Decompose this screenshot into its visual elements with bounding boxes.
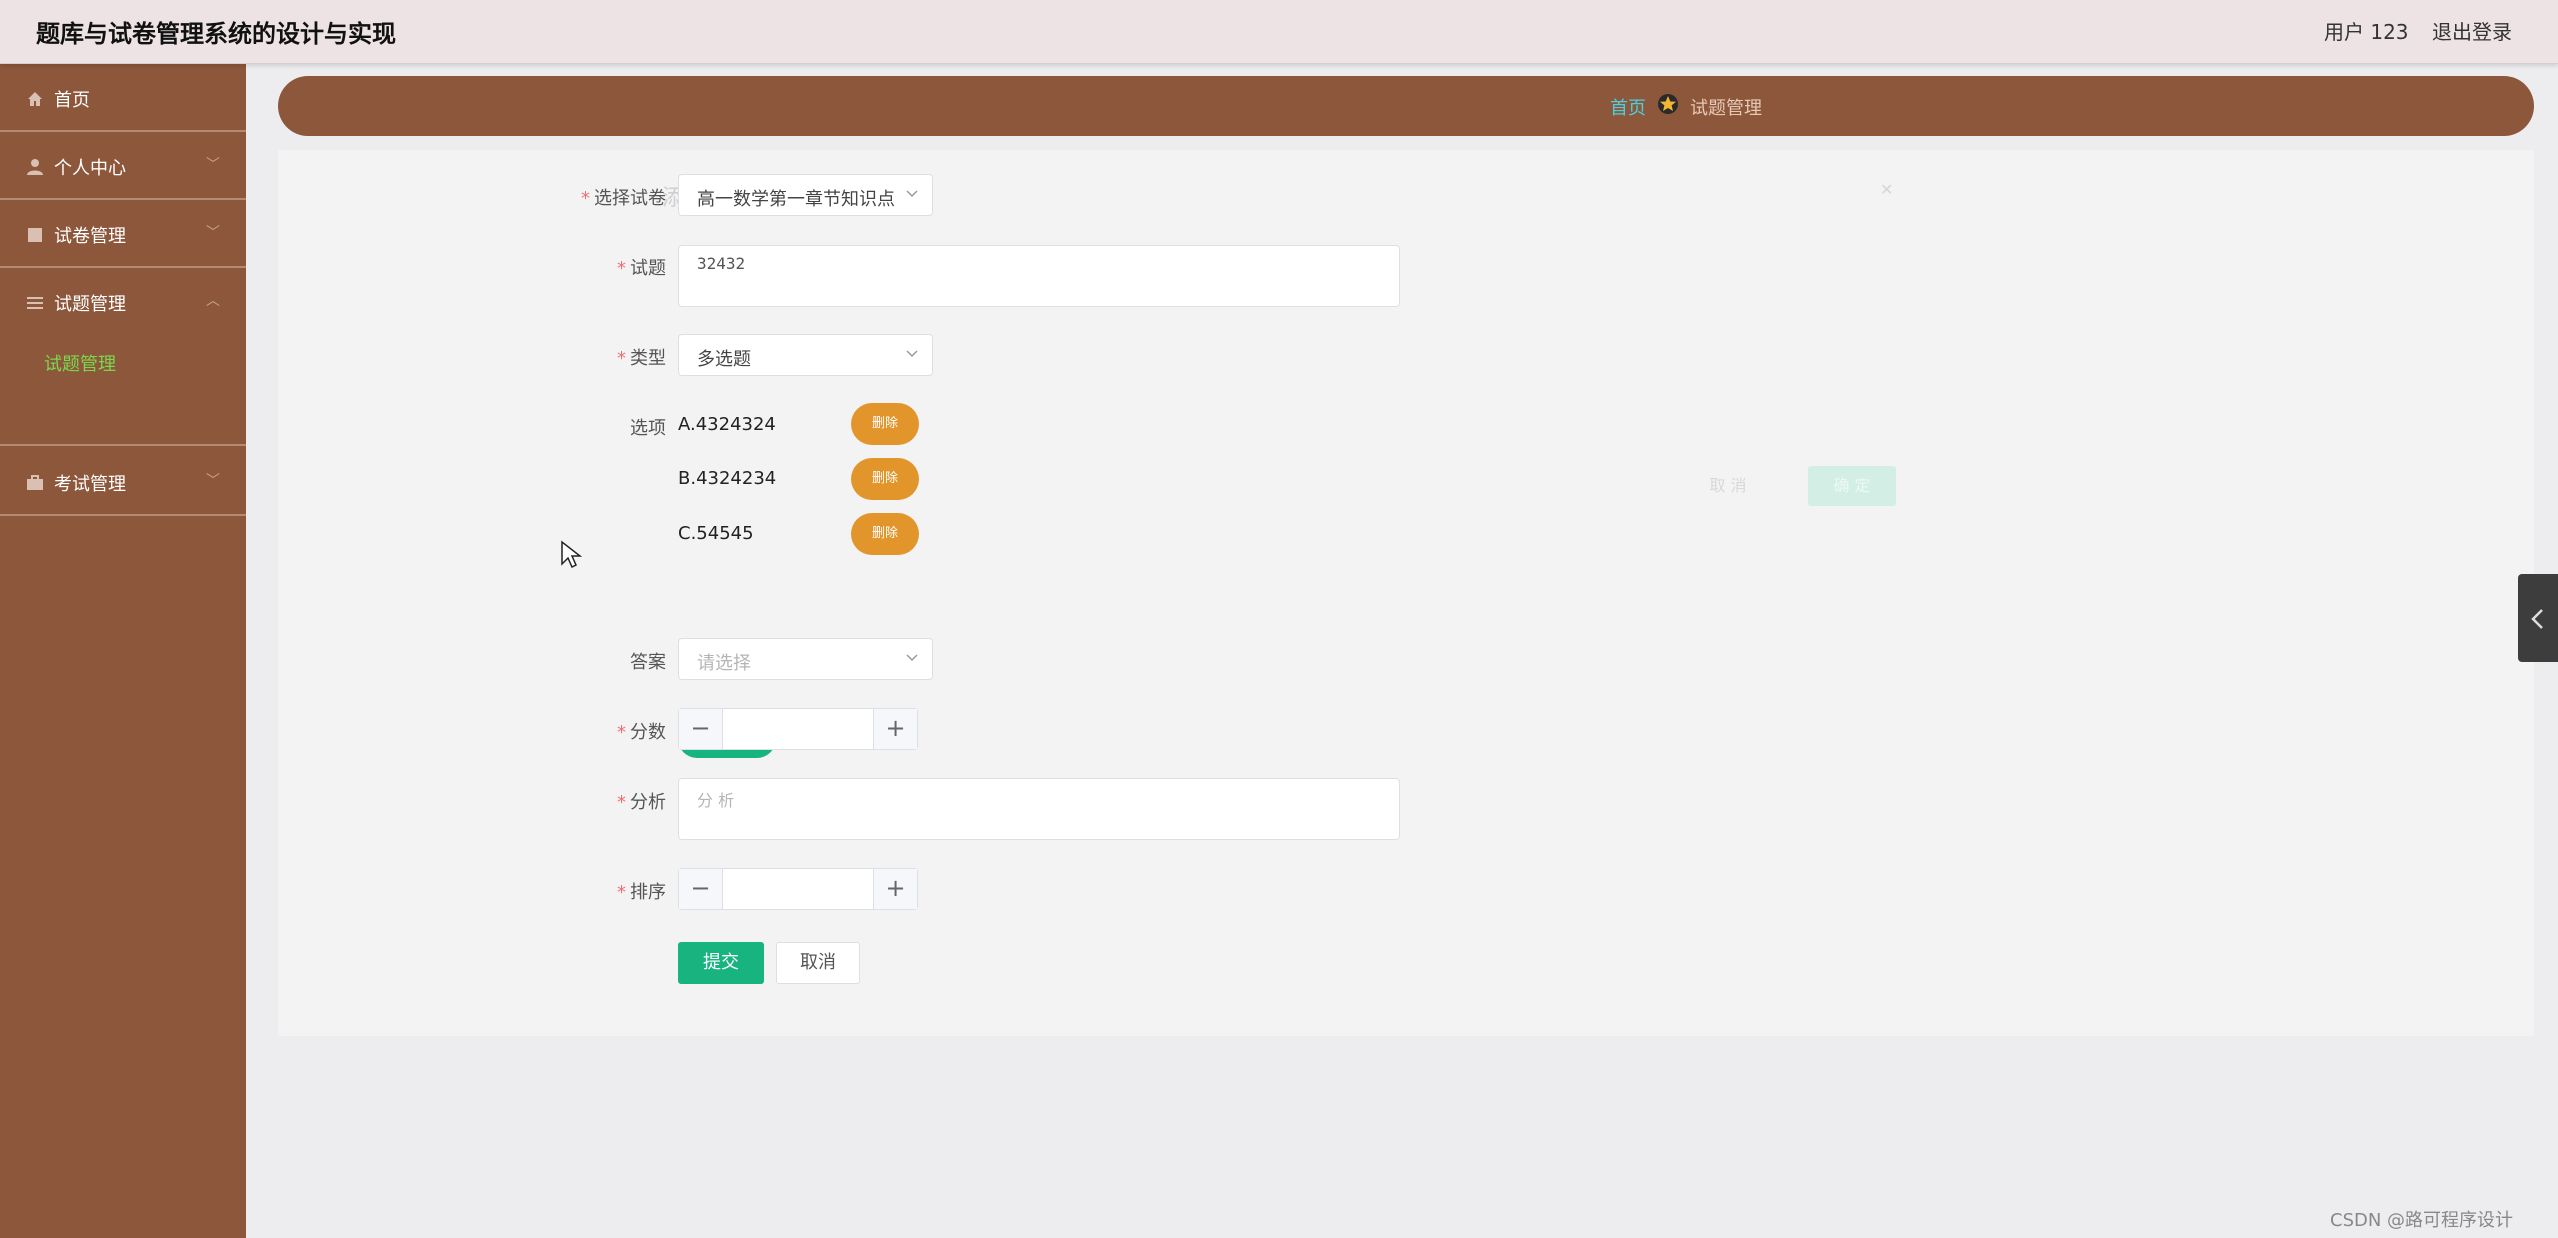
chevron-down-icon xyxy=(906,190,918,198)
chevron-up-icon: ︿ xyxy=(206,293,220,309)
app-title: 题库与试卷管理系统的设计与实现 xyxy=(36,20,396,48)
side-drawer-toggle[interactable] xyxy=(2518,574,2558,662)
cancel-button[interactable]: 取消 xyxy=(776,942,860,984)
chevron-down-icon: ﹀ xyxy=(206,157,220,173)
type-select[interactable]: 多选题 xyxy=(678,334,933,376)
sidebar-item-home[interactable]: 首页 xyxy=(0,64,246,132)
paper-select-value: 高一数学第一章节知识点 xyxy=(697,189,895,210)
sidebar: 首页 个人中心 ﹀ 试卷管理 ﹀ 试题管理 ︿ 试题管理 考试管理 ﹀ xyxy=(0,64,246,1238)
delete-option-b-button[interactable]: 删除 xyxy=(851,458,919,500)
sidebar-item-label: 试题管理 xyxy=(54,294,126,315)
score-label: * 分数 xyxy=(617,722,666,743)
sidebar-item-label: 个人中心 xyxy=(54,158,126,179)
question-form: 添加选项 ✕ 选项 选项 内容 内容 取 消 确 定 *选择试卷 高一数学第一章… xyxy=(278,150,2534,1036)
logout-link[interactable]: 退出登录 xyxy=(2432,16,2512,45)
sidebar-item-exam[interactable]: 考试管理 ﹀ xyxy=(0,448,246,516)
question-textarea[interactable]: 32432 xyxy=(678,245,1400,307)
type-select-value: 多选题 xyxy=(697,349,751,370)
paper-select[interactable]: 高一数学第一章节知识点 xyxy=(678,174,933,216)
score-increase-button[interactable]: + xyxy=(873,709,917,749)
sort-increase-button[interactable]: + xyxy=(873,869,917,909)
option-item-b: B.4324234 xyxy=(678,468,777,489)
sort-stepper: − + xyxy=(678,868,918,910)
sort-decrease-button[interactable]: − xyxy=(679,869,723,909)
briefcase-icon xyxy=(27,475,43,490)
list-icon xyxy=(27,297,43,309)
answer-label: 答案 xyxy=(630,652,666,673)
chevron-down-icon: ﹀ xyxy=(206,225,220,241)
score-decrease-button[interactable]: − xyxy=(679,709,723,749)
analysis-textarea[interactable]: 分 析 xyxy=(678,778,1400,840)
breadcrumb: 首页 试题管理 xyxy=(278,76,2534,136)
option-item-a: A.4324324 xyxy=(678,414,776,435)
mouse-cursor-icon xyxy=(561,540,582,569)
dialog-confirm-button: 确 定 xyxy=(1808,466,1896,506)
watermark: CSDN @路可程序设计 xyxy=(2330,1210,2514,1231)
breadcrumb-current: 试题管理 xyxy=(1690,98,1762,119)
breadcrumb-home[interactable]: 首页 xyxy=(1610,94,1646,120)
top-header: 题库与试卷管理系统的设计与实现 用户 123 退出登录 xyxy=(0,0,2558,64)
paper-icon xyxy=(28,228,42,242)
option-item-c: C.54545 xyxy=(678,523,754,544)
sidebar-item-label: 试卷管理 xyxy=(54,226,126,247)
user-name: 用户 123 xyxy=(2324,20,2409,44)
sort-label: * 排序 xyxy=(617,882,666,903)
score-input[interactable] xyxy=(723,709,873,749)
sidebar-subitem-question-manage[interactable]: 试题管理 xyxy=(44,350,116,376)
score-stepper: − + xyxy=(678,708,918,750)
answer-select[interactable]: 请选择 xyxy=(678,638,933,680)
paper-label: * 选择试卷 xyxy=(581,188,666,209)
sidebar-item-paper[interactable]: 试卷管理 ﹀ xyxy=(0,200,246,268)
sidebar-item-profile[interactable]: 个人中心 ﹀ xyxy=(0,132,246,200)
sidebar-item-label: 考试管理 xyxy=(54,474,126,495)
delete-option-c-button[interactable]: 删除 xyxy=(851,513,919,555)
delete-option-a-button[interactable]: 删除 xyxy=(851,403,919,445)
answer-select-placeholder: 请选择 xyxy=(697,653,751,674)
chevron-left-icon xyxy=(2531,609,2543,629)
close-icon: ✕ xyxy=(1880,180,1894,199)
options-label: 选项 xyxy=(630,418,666,439)
star-icon xyxy=(1658,94,1678,114)
sort-input[interactable] xyxy=(723,869,873,909)
question-label: * 试题 xyxy=(617,258,666,279)
sidebar-item-question[interactable]: 试题管理 ︿ xyxy=(0,268,246,446)
submit-button[interactable]: 提交 xyxy=(678,942,764,984)
user-icon xyxy=(27,159,43,175)
chevron-down-icon xyxy=(906,350,918,358)
home-icon xyxy=(28,92,42,106)
type-label: * 类型 xyxy=(617,348,666,369)
chevron-down-icon xyxy=(906,654,918,662)
chevron-down-icon: ﹀ xyxy=(206,473,220,489)
dialog-cancel-button: 取 消 xyxy=(1709,476,1747,495)
analysis-label: * 分析 xyxy=(617,792,666,813)
sidebar-item-label: 首页 xyxy=(54,90,90,111)
